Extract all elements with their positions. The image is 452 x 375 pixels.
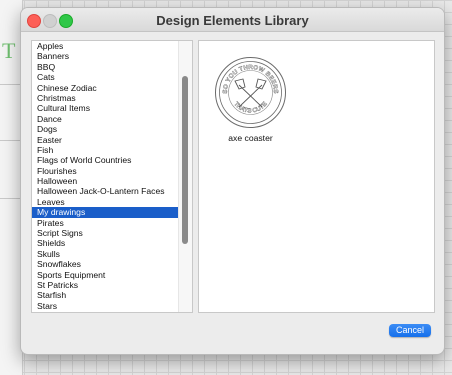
background-text-glyph: T: [2, 38, 16, 63]
list-item[interactable]: Dogs: [32, 124, 192, 134]
list-item[interactable]: Halloween: [32, 176, 192, 186]
coaster-bottom-text: THATS CUTE: [232, 100, 269, 114]
divider: [0, 84, 22, 85]
list-scrollbar[interactable]: [178, 41, 192, 312]
list-item[interactable]: Skulls: [32, 249, 192, 259]
list-item[interactable]: Sports Equipment: [32, 270, 192, 280]
svg-text:THATS CUTE: THATS CUTE: [232, 101, 268, 115]
list-item[interactable]: Christmas: [32, 93, 192, 103]
list-item[interactable]: Fish: [32, 145, 192, 155]
list-item[interactable]: Leaves: [32, 197, 192, 207]
axe-coaster-icon: SO YOU THROW BEERS THATS CUTE: [215, 57, 286, 128]
list-item[interactable]: Snowflakes: [32, 259, 192, 269]
category-list-items: Apples Banners BBQ Cats Chinese Zodiac Christ…: [32, 41, 192, 311]
divider: [0, 140, 22, 141]
list-item[interactable]: Starfish: [32, 290, 192, 300]
list-item[interactable]: Flourishes: [32, 166, 192, 176]
list-item[interactable]: Shields: [32, 238, 192, 248]
list-item[interactable]: My drawings: [32, 207, 183, 218]
window-title: Design Elements Library: [156, 13, 309, 28]
list-item[interactable]: Easter: [32, 135, 192, 145]
list-item[interactable]: BBQ: [32, 62, 192, 72]
list-item[interactable]: Dance: [32, 114, 192, 124]
list-item[interactable]: Chinese Zodiac: [32, 83, 192, 93]
list-item[interactable]: Flags of World Countries: [32, 155, 192, 165]
design-preview-panel: SO YOU THROW BEERS THATS CUTE axe coaste…: [198, 40, 435, 313]
design-elements-dialog: Design Elements Library Apples Banners BBQ…: [20, 7, 445, 355]
title-bar: Design Elements Library: [21, 8, 444, 32]
divider: [0, 198, 22, 199]
list-item[interactable]: Script Signs: [32, 228, 192, 238]
list-item[interactable]: Cultural Items: [32, 103, 192, 113]
list-item[interactable]: Stars: [32, 301, 192, 311]
list-item[interactable]: Pirates: [32, 218, 192, 228]
list-item[interactable]: Banners: [32, 51, 192, 61]
list-item[interactable]: St Patricks: [32, 280, 192, 290]
design-thumbnail[interactable]: SO YOU THROW BEERS THATS CUTE: [213, 55, 288, 130]
scrollbar-thumb[interactable]: [182, 76, 188, 244]
list-item[interactable]: Cats: [32, 72, 192, 82]
cancel-button[interactable]: Cancel: [389, 324, 431, 337]
category-list[interactable]: Apples Banners BBQ Cats Chinese Zodiac Christ…: [31, 40, 193, 313]
crossed-axes-icon: [234, 78, 267, 108]
list-item[interactable]: Apples: [32, 41, 192, 51]
list-item[interactable]: Halloween Jack-O-Lantern Faces: [32, 186, 192, 196]
design-item-label[interactable]: axe coaster: [213, 133, 288, 143]
